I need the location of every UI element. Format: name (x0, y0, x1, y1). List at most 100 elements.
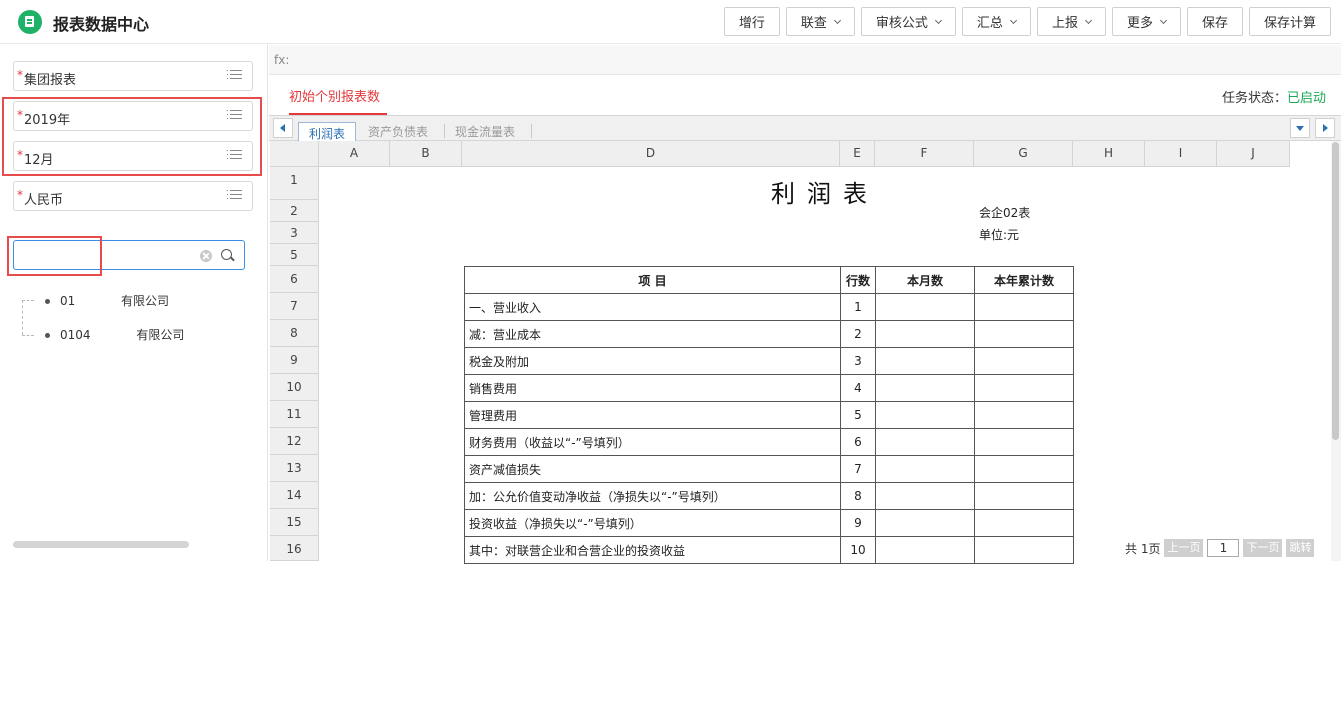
column-header-e[interactable]: E (840, 141, 875, 167)
row-ytd-cell[interactable] (974, 509, 1074, 537)
row-line-cell[interactable]: 2 (840, 320, 876, 348)
row-this-month-cell[interactable] (875, 428, 975, 456)
tree-node-0104[interactable]: 0104 有限公司 (45, 326, 184, 343)
row-item-cell[interactable]: 管理费用 (464, 401, 841, 429)
vertical-scrollbar-thumb[interactable] (1332, 142, 1339, 440)
row-ytd-cell[interactable] (974, 374, 1074, 402)
row-this-month-cell[interactable] (875, 509, 975, 537)
row-header-16[interactable]: 16 (270, 536, 319, 561)
row-line-cell[interactable]: 3 (840, 347, 876, 375)
tab-balance-sheet[interactable]: 资产负债表 (358, 121, 438, 141)
row-item-cell[interactable]: 税金及附加 (464, 347, 841, 375)
row-ytd-cell[interactable] (974, 401, 1074, 429)
row-ytd-cell[interactable] (974, 320, 1074, 348)
row-this-month-cell[interactable] (875, 455, 975, 483)
save-button[interactable]: 保存 (1186, 7, 1243, 36)
row-ytd-cell[interactable] (974, 536, 1074, 564)
jump-page-button[interactable]: 跳转 (1286, 539, 1315, 557)
row-line-cell[interactable]: 8 (840, 482, 876, 510)
list-icon[interactable] (227, 190, 242, 201)
header-this-month[interactable]: 本月数 (875, 266, 975, 294)
row-item-cell[interactable]: 资产减值损失 (464, 455, 841, 483)
row-line-cell[interactable]: 5 (840, 401, 876, 429)
row-header-7[interactable]: 7 (270, 293, 319, 320)
row-header-11[interactable]: 11 (270, 401, 319, 428)
row-ytd-cell[interactable] (974, 293, 1074, 321)
summary-button[interactable]: 汇总 (961, 7, 1031, 36)
sheet-list-button[interactable] (1290, 118, 1310, 138)
row-line-cell[interactable]: 7 (840, 455, 876, 483)
column-header-a[interactable]: A (319, 141, 390, 167)
row-item-cell[interactable]: 加：公允价值变动净收益（净损失以“-”号填列） (464, 482, 841, 510)
row-line-cell[interactable]: 1 (840, 293, 876, 321)
prev-sheet-button[interactable] (273, 118, 293, 138)
row-header-15[interactable]: 15 (270, 509, 319, 536)
tab-cash-flow[interactable]: 现金流量表 (445, 121, 525, 141)
corner-cell[interactable] (270, 141, 319, 167)
currency-select[interactable]: * 人民币 (13, 181, 253, 211)
row-item-cell[interactable]: 投资收益（净损失以“-”号填列） (464, 509, 841, 537)
tree-node-01[interactable]: 01 有限公司 (45, 292, 169, 309)
row-ytd-cell[interactable] (974, 455, 1074, 483)
clear-icon[interactable] (200, 250, 212, 262)
page-number-input[interactable]: 1 (1207, 539, 1240, 557)
row-ytd-cell[interactable] (974, 347, 1074, 375)
row-header-12[interactable]: 12 (270, 428, 319, 455)
row-this-month-cell[interactable] (875, 536, 975, 564)
list-icon[interactable] (227, 70, 242, 81)
column-header-i[interactable]: I (1145, 141, 1217, 167)
add-row-button[interactable]: 增行 (723, 7, 780, 36)
row-this-month-cell[interactable] (875, 347, 975, 375)
row-this-month-cell[interactable] (875, 482, 975, 510)
next-sheet-button[interactable] (1315, 118, 1335, 138)
row-this-month-cell[interactable] (875, 320, 975, 348)
row-item-cell[interactable]: 减：营业成本 (464, 320, 841, 348)
row-line-cell[interactable]: 6 (840, 428, 876, 456)
header-line[interactable]: 行数 (840, 266, 876, 294)
prev-page-button[interactable]: 上一页 (1164, 539, 1204, 557)
column-header-j[interactable]: J (1217, 141, 1290, 167)
next-page-button[interactable]: 下一页 (1243, 539, 1283, 557)
audit-formula-button[interactable]: 审核公式 (860, 7, 956, 36)
tab-income-statement[interactable]: 利润表 (298, 122, 357, 142)
horizontal-scrollbar[interactable] (13, 541, 189, 548)
linked-query-button[interactable]: 联查 (785, 7, 855, 36)
more-button[interactable]: 更多 (1111, 7, 1181, 36)
row-header-6[interactable]: 6 (270, 266, 319, 293)
row-this-month-cell[interactable] (875, 293, 975, 321)
row-header-2[interactable]: 2 (270, 200, 319, 222)
row-header-10[interactable]: 10 (270, 374, 319, 401)
column-header-h[interactable]: H (1073, 141, 1145, 167)
row-line-cell[interactable]: 9 (840, 509, 876, 537)
required-mark: * (17, 68, 23, 82)
row-this-month-cell[interactable] (875, 401, 975, 429)
row-header-1[interactable]: 1 (270, 167, 319, 200)
formula-bar[interactable]: fx: (269, 45, 1341, 75)
save-calculate-button[interactable]: 保存计算 (1248, 7, 1331, 36)
row-item-cell[interactable]: 其中：对联营企业和合营企业的投资收益 (464, 536, 841, 564)
submit-button[interactable]: 上报 (1036, 7, 1106, 36)
search-icon[interactable] (221, 249, 232, 260)
row-header-14[interactable]: 14 (270, 482, 319, 509)
column-header-f[interactable]: F (875, 141, 974, 167)
row-header-9[interactable]: 9 (270, 347, 319, 374)
column-header-d[interactable]: D (462, 141, 840, 167)
row-item-cell[interactable]: 财务费用（收益以“-”号填列） (464, 428, 841, 456)
column-header-b[interactable]: B (390, 141, 462, 167)
tab-initial-report[interactable]: 初始个别报表数 (289, 86, 380, 105)
header-item[interactable]: 项 目 (464, 266, 841, 294)
row-this-month-cell[interactable] (875, 374, 975, 402)
row-header-3[interactable]: 3 (270, 222, 319, 244)
report-group-select[interactable]: * 集团报表 (13, 61, 253, 91)
row-line-cell[interactable]: 10 (840, 536, 876, 564)
row-header-13[interactable]: 13 (270, 455, 319, 482)
row-ytd-cell[interactable] (974, 428, 1074, 456)
row-item-cell[interactable]: 销售费用 (464, 374, 841, 402)
header-ytd[interactable]: 本年累计数 (974, 266, 1074, 294)
row-ytd-cell[interactable] (974, 482, 1074, 510)
row-line-cell[interactable]: 4 (840, 374, 876, 402)
row-item-cell[interactable]: 一、营业收入 (464, 293, 841, 321)
row-header-5[interactable]: 5 (270, 244, 319, 266)
row-header-8[interactable]: 8 (270, 320, 319, 347)
column-header-g[interactable]: G (974, 141, 1073, 167)
